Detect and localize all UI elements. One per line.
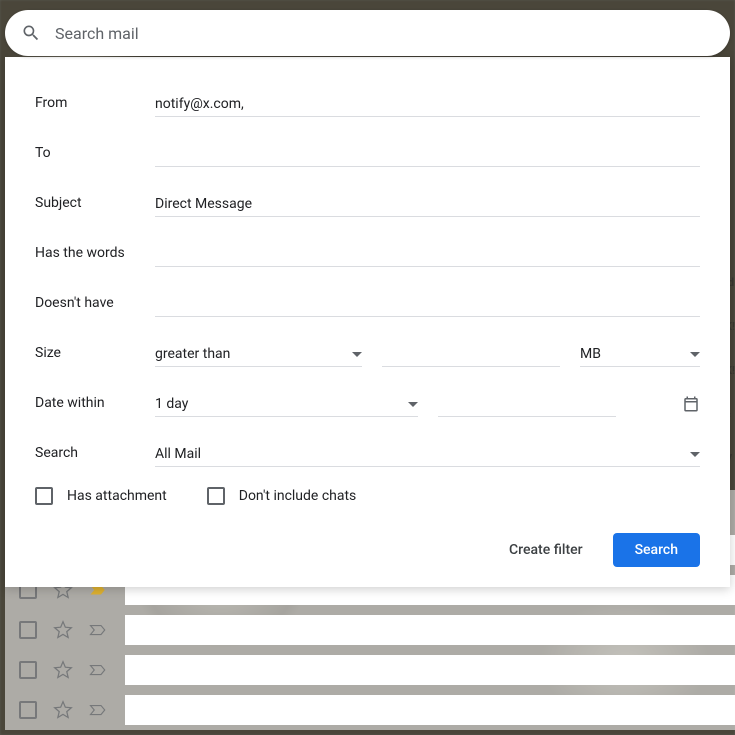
to-label: To bbox=[35, 145, 155, 167]
search-input[interactable] bbox=[55, 24, 714, 43]
chevron-down-icon bbox=[352, 352, 362, 357]
checkbox-icon bbox=[207, 487, 225, 505]
select-checkbox[interactable] bbox=[19, 621, 37, 639]
mail-row[interactable] bbox=[5, 650, 735, 690]
has-words-input[interactable] bbox=[155, 240, 700, 267]
chevron-down-icon bbox=[690, 452, 700, 457]
search-in-select[interactable]: All Mail bbox=[155, 440, 700, 467]
advanced-search-panel: From To Subject Has the words Doesn't ha… bbox=[5, 57, 730, 587]
chevron-down-icon bbox=[408, 402, 418, 407]
search-icon bbox=[21, 23, 41, 43]
calendar-icon[interactable] bbox=[682, 395, 700, 413]
search-in-value: All Mail bbox=[155, 446, 201, 462]
date-range-value: 1 day bbox=[155, 396, 188, 412]
from-input[interactable] bbox=[155, 90, 700, 117]
subject-input[interactable] bbox=[155, 190, 700, 217]
has-attachment-label: Has attachment bbox=[67, 488, 167, 504]
star-icon[interactable] bbox=[53, 660, 73, 680]
size-comparator-select[interactable]: greater than bbox=[155, 340, 362, 367]
size-unit-select[interactable]: MB bbox=[580, 340, 700, 367]
importance-marker-icon[interactable] bbox=[89, 623, 107, 637]
select-checkbox[interactable] bbox=[19, 661, 37, 679]
mail-row[interactable] bbox=[5, 690, 735, 730]
has-attachment-checkbox[interactable]: Has attachment bbox=[35, 487, 167, 505]
doesnt-have-label: Doesn't have bbox=[35, 295, 155, 317]
importance-marker-icon[interactable] bbox=[89, 703, 107, 717]
search-in-label: Search bbox=[35, 445, 155, 467]
search-bar[interactable] bbox=[5, 10, 730, 56]
size-unit-value: MB bbox=[580, 346, 601, 362]
chevron-down-icon bbox=[690, 352, 700, 357]
star-icon[interactable] bbox=[53, 620, 73, 640]
redacted-content bbox=[125, 695, 735, 725]
date-value-input[interactable] bbox=[438, 390, 616, 417]
to-input[interactable] bbox=[155, 140, 700, 167]
subject-label: Subject bbox=[35, 195, 155, 217]
mail-row[interactable] bbox=[5, 610, 735, 650]
search-button[interactable]: Search bbox=[613, 533, 700, 567]
date-within-label: Date within bbox=[35, 395, 155, 417]
has-words-label: Has the words bbox=[35, 245, 155, 267]
size-value-input[interactable] bbox=[382, 340, 560, 367]
doesnt-have-input[interactable] bbox=[155, 290, 700, 317]
size-comparator-value: greater than bbox=[155, 346, 230, 362]
select-checkbox[interactable] bbox=[19, 701, 37, 719]
redacted-content bbox=[125, 615, 735, 645]
dont-include-chats-checkbox[interactable]: Don't include chats bbox=[207, 487, 357, 505]
star-icon[interactable] bbox=[53, 700, 73, 720]
size-label: Size bbox=[35, 345, 155, 367]
checkbox-icon bbox=[35, 487, 53, 505]
create-filter-button[interactable]: Create filter bbox=[499, 534, 593, 566]
redacted-content bbox=[125, 655, 735, 685]
date-range-select[interactable]: 1 day bbox=[155, 390, 418, 417]
from-label: From bbox=[35, 95, 155, 117]
dont-include-chats-label: Don't include chats bbox=[239, 488, 357, 504]
importance-marker-icon[interactable] bbox=[89, 663, 107, 677]
